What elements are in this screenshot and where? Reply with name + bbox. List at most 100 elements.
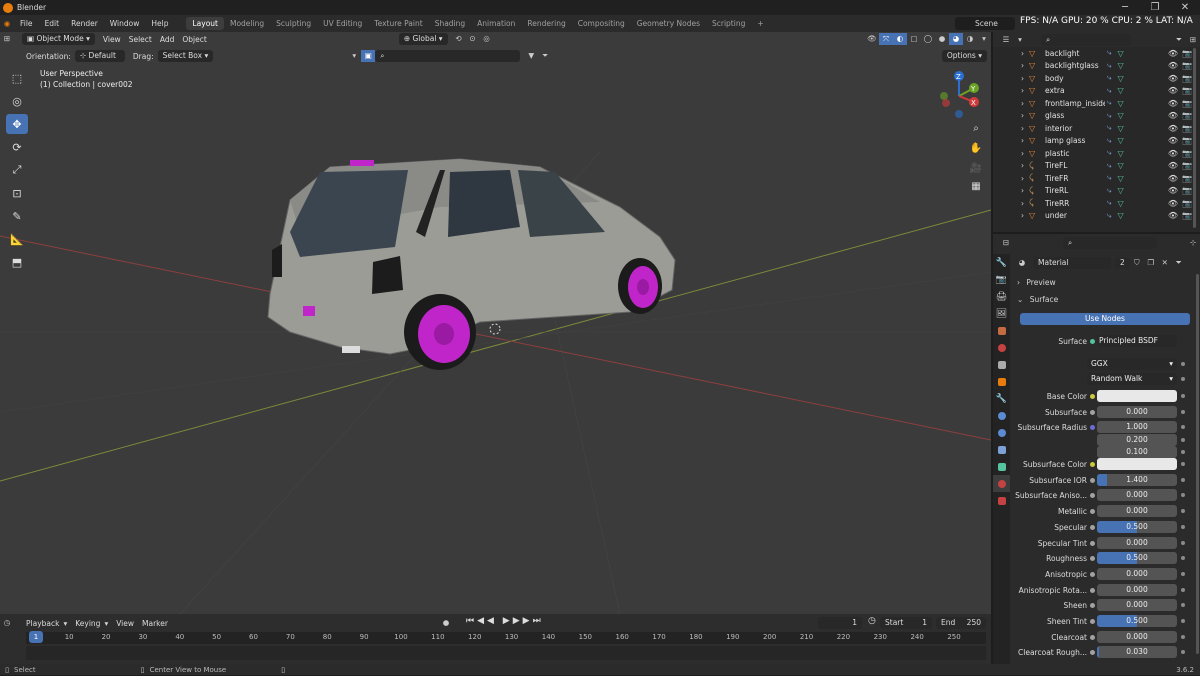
viewport-menu-view[interactable]: View [99,35,125,44]
duplicate-icon[interactable]: ❐ [1144,257,1158,269]
current-frame-field[interactable]: 1 [818,617,862,629]
bookmark-icon[interactable]: ▼ [524,50,538,62]
eye-icon[interactable]: 👁 [1168,86,1178,95]
eye-icon[interactable]: 👁 [1168,199,1178,208]
socket-dot[interactable] [1090,462,1095,467]
value-field[interactable]: 1.000 [1097,421,1177,434]
end-frame-field[interactable]: End 250 [936,617,986,629]
value-field[interactable]: 0.200 [1097,433,1177,446]
keyframe-dot[interactable] [1181,634,1185,639]
value-field[interactable]: 0.000 [1097,405,1177,418]
camera-render-icon[interactable]: 📷 [1182,124,1192,133]
filter-icon[interactable]: ⏷ [1172,257,1186,269]
move-tool[interactable]: ✥ [6,114,28,134]
camera-render-icon[interactable]: 📷 [1182,186,1192,195]
keyframe-dot[interactable] [1181,409,1185,414]
keyframe-dot[interactable] [1181,571,1185,576]
value-field[interactable]: 0.000 [1097,505,1177,518]
expand-chevron-icon[interactable]: › [1021,86,1024,95]
mode-selector[interactable]: ▣ Object Mode ▾ [22,33,95,45]
use-nodes-button[interactable]: Use Nodes [1020,313,1190,325]
camera-render-icon[interactable]: 📷 [1182,199,1192,208]
playhead[interactable]: 1 [29,631,43,643]
shading-options-icon[interactable]: ▾ [977,33,991,45]
modifier-icon[interactable]: ⤷ [1107,123,1111,133]
outliner-row[interactable]: › ▽ body ⤷ ▽ 👁 📷 [993,72,1200,85]
material-name-field[interactable]: Material [1033,256,1111,269]
select-mode-icon[interactable]: ▣ [361,50,376,62]
workspace-tab-modeling[interactable]: Modeling [224,17,270,30]
outliner-row[interactable]: › ▽ plastic ⤷ ▽ 👁 📷 [993,147,1200,160]
keyframe-dot[interactable] [1181,493,1185,498]
mesh-data-icon[interactable]: ▽ [1117,49,1123,58]
camera-render-icon[interactable]: 📷 [1182,74,1192,83]
value-field[interactable]: 0.000 [1097,630,1177,643]
eye-icon[interactable]: 👁 [1168,74,1178,83]
socket-dot[interactable] [1090,587,1095,593]
render-tab-icon[interactable]: 📷 [993,271,1010,288]
scale-tool[interactable]: ⤢ [6,160,28,180]
zoom-icon[interactable]: ⌕ [967,120,985,138]
expand-chevron-icon[interactable]: › [1021,111,1024,120]
socket-dot[interactable] [1090,603,1095,609]
value-field[interactable]: 0.100 [1097,445,1177,458]
keyframe-dot[interactable] [1181,650,1185,655]
modifier-icon[interactable]: ⤷ [1107,198,1111,208]
orientation-dropdown[interactable]: ⊹ Default [74,50,125,62]
mesh-data-icon[interactable]: ▽ [1117,149,1123,158]
modifier-icon[interactable]: ⤷ [1107,148,1111,158]
value-field[interactable]: 0.000 [1097,489,1177,502]
mesh-data-icon[interactable]: ▽ [1117,199,1123,208]
properties-search[interactable]: ⌕ [1063,236,1157,249]
start-frame-field[interactable]: Start 1 [880,617,932,629]
drag-dropdown[interactable]: Select Box ▾ [157,50,214,62]
keyframe-dot[interactable] [1181,449,1185,454]
camera-render-icon[interactable]: 📷 [1182,49,1192,58]
measure-tool[interactable]: 📐 [6,229,28,249]
outliner-row[interactable]: › ▽ glass ⤷ ▽ 👁 📷 [993,110,1200,123]
outliner-search[interactable]: ⌕ [1041,33,1131,46]
socket-dot[interactable] [1090,571,1095,577]
shading-rendered-icon[interactable]: ◑ [963,33,977,45]
modifier-icon[interactable]: ⤷ [1107,161,1111,171]
shading-solid-icon[interactable]: ● [935,33,949,45]
keyframe-dot[interactable] [1181,524,1185,529]
camera-render-icon[interactable]: 📷 [1182,161,1192,170]
expand-chevron-icon[interactable]: › [1021,199,1024,208]
camera-render-icon[interactable]: 📷 [1182,86,1192,95]
outliner-editor-icon[interactable]: ☰ [999,34,1013,46]
overlay-icon[interactable]: ◐ [893,33,907,45]
outliner-row[interactable]: › ▽ extra ⤷ ▽ 👁 📷 [993,85,1200,98]
mesh-data-icon[interactable]: ▽ [1117,211,1123,220]
socket-dot[interactable] [1090,540,1095,546]
socket-dot[interactable] [1090,619,1095,624]
value-field[interactable]: 1.400 [1097,473,1177,486]
outliner-row[interactable]: › ▽ backlightglass ⤷ ▽ 👁 📷 [993,60,1200,73]
modifier-icon[interactable]: ⤷ [1107,136,1111,146]
view-layer-tab-icon[interactable]: 🖼 [993,305,1010,322]
material-users-count[interactable]: 2 [1115,256,1130,269]
workspace-tab-sculpting[interactable]: Sculpting [270,17,317,30]
gizmo-icon[interactable]: ⤧ [879,33,893,45]
properties-editor-icon[interactable]: ⊟ [999,237,1013,249]
keyframe-dot[interactable] [1181,603,1185,608]
expand-chevron-icon[interactable]: › [1021,161,1024,170]
visibility-icon[interactable]: 👁 [865,33,879,45]
mesh-data-icon[interactable]: ▽ [1117,86,1123,95]
camera-icon[interactable]: 🎥 [967,160,985,178]
add-cube-tool[interactable]: ⬒ [6,252,28,272]
outliner-row[interactable]: › ▽ interior ⤷ ▽ 👁 📷 [993,122,1200,135]
socket-dot[interactable] [1090,425,1095,431]
viewport-menu-object[interactable]: Object [178,35,210,44]
mesh-data-icon[interactable]: ▽ [1117,99,1123,108]
timeline-editor-icon[interactable]: ◷ [0,617,14,629]
material-selector[interactable]: ◕ Material 2 ⛉ ❐ ✕ ⏷ [1015,256,1197,269]
menu-edit[interactable]: Edit [39,19,66,28]
outliner-row[interactable]: › ⤹ TireRR ⤷ ▽ 👁 📷 [993,197,1200,210]
record-icon[interactable]: ● [439,617,453,629]
keyframe-dot[interactable] [1181,377,1185,381]
socket-dot[interactable] [1090,509,1095,515]
menu-help[interactable]: Help [145,19,174,28]
display-mode-icon[interactable]: ▾ [1013,34,1027,46]
filter-icon[interactable]: ⏷ [1172,34,1186,46]
